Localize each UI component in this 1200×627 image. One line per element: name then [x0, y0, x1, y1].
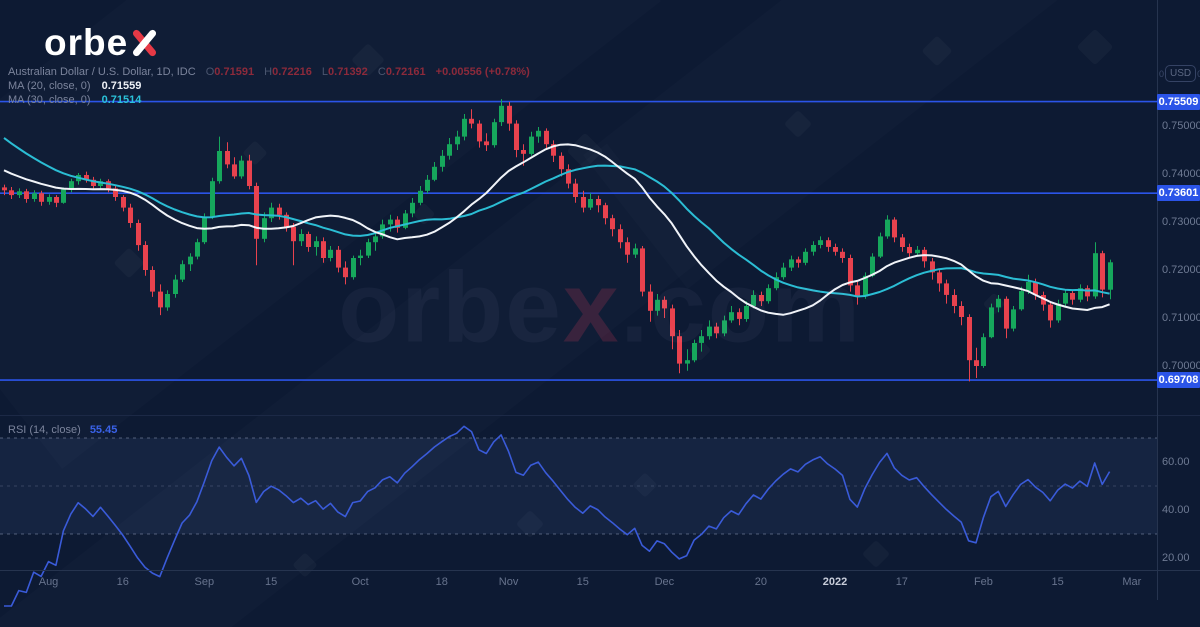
- high-key: H: [264, 66, 272, 78]
- high-value: 0.72216: [272, 66, 312, 78]
- rsi-legend-row: RSI (14, close) 55.45: [8, 424, 117, 436]
- price-axis-label: 0.71000: [1162, 312, 1200, 324]
- ma20-legend-row: MA (20, close, 0) 0.71559: [8, 80, 530, 93]
- rsi-label: RSI (14, close): [8, 424, 81, 436]
- price-axis-label: 0.75000: [1162, 120, 1200, 132]
- symbol-legend-row: Australian Dollar / U.S. Dollar, 1D, IDC…: [8, 66, 530, 79]
- time-axis-label: 18: [436, 576, 448, 588]
- open-value: 0.71591: [214, 66, 254, 78]
- price-axis-label: 0.72000: [1162, 264, 1200, 276]
- time-axis-label: 20: [755, 576, 767, 588]
- candlesticks: [2, 99, 1113, 381]
- time-axis-label: Oct: [352, 576, 369, 588]
- ma20-line: [4, 144, 1110, 314]
- price-axis-label: 0.70000: [1162, 360, 1200, 372]
- axis-toggle-left-icon[interactable]: 0: [1159, 69, 1164, 79]
- time-axis-label: Sep: [195, 576, 215, 588]
- price-axis-settings: 0 USD 0: [1159, 66, 1200, 81]
- time-axis-label: 15: [577, 576, 589, 588]
- orbex-logo-text: orbe: [44, 22, 128, 64]
- close-value: 0.72161: [386, 66, 426, 78]
- close-key: C: [378, 66, 386, 78]
- rsi-axis-label: 20.00: [1162, 552, 1190, 564]
- time-axis-label: 15: [265, 576, 277, 588]
- time-axis-label: Dec: [655, 576, 675, 588]
- ma30-legend-row: MA (30, close, 0) 0.71514: [8, 94, 530, 107]
- price-axis[interactable]: 0 USD 0 0.75000 0.74000 0.73000 0.72000 0.71…: [1157, 0, 1200, 600]
- time-axis-label: 17: [896, 576, 908, 588]
- rsi-axis-label: 40.00: [1162, 504, 1190, 516]
- time-axis-label: Aug: [39, 576, 59, 588]
- open-key: O: [206, 66, 215, 78]
- time-axis-label: 2022: [823, 576, 847, 588]
- orbex-logo: orbe: [44, 22, 158, 64]
- change-value: +0.00556 (+0.78%): [436, 66, 530, 78]
- orbex-logo-x-icon: [131, 27, 158, 59]
- price-axis-label: 0.74000: [1162, 168, 1200, 180]
- rsi-value: 55.45: [90, 424, 118, 436]
- price-level-badge: 0.75509: [1157, 94, 1200, 110]
- price-axis-label: 0.73000: [1162, 216, 1200, 228]
- time-axis-label: Mar: [1122, 576, 1141, 588]
- ma30-label: MA (30, close, 0): [8, 94, 91, 106]
- chart-legend: Australian Dollar / U.S. Dollar, 1D, IDC…: [8, 66, 530, 108]
- price-level-badge: 0.73601: [1157, 185, 1200, 201]
- ma20-label: MA (20, close, 0): [8, 80, 91, 92]
- time-axis-label: Nov: [499, 576, 519, 588]
- ma20-value: 0.71559: [102, 80, 142, 92]
- ma30-value: 0.71514: [102, 94, 142, 106]
- currency-toggle-button[interactable]: USD: [1166, 66, 1195, 81]
- rsi-axis-label: 60.00: [1162, 456, 1190, 468]
- time-axis[interactable]: Aug 16 Sep 15 Oct 18 Nov 15 Dec 20 2022 17 Feb 15 Mar: [0, 570, 1200, 627]
- time-axis-label: 16: [117, 576, 129, 588]
- price-level-badge: 0.69708: [1157, 372, 1200, 388]
- low-value: 0.71392: [328, 66, 368, 78]
- symbol-title: Australian Dollar / U.S. Dollar, 1D, IDC: [8, 66, 196, 78]
- time-axis-label: Feb: [974, 576, 993, 588]
- time-axis-label: 15: [1052, 576, 1064, 588]
